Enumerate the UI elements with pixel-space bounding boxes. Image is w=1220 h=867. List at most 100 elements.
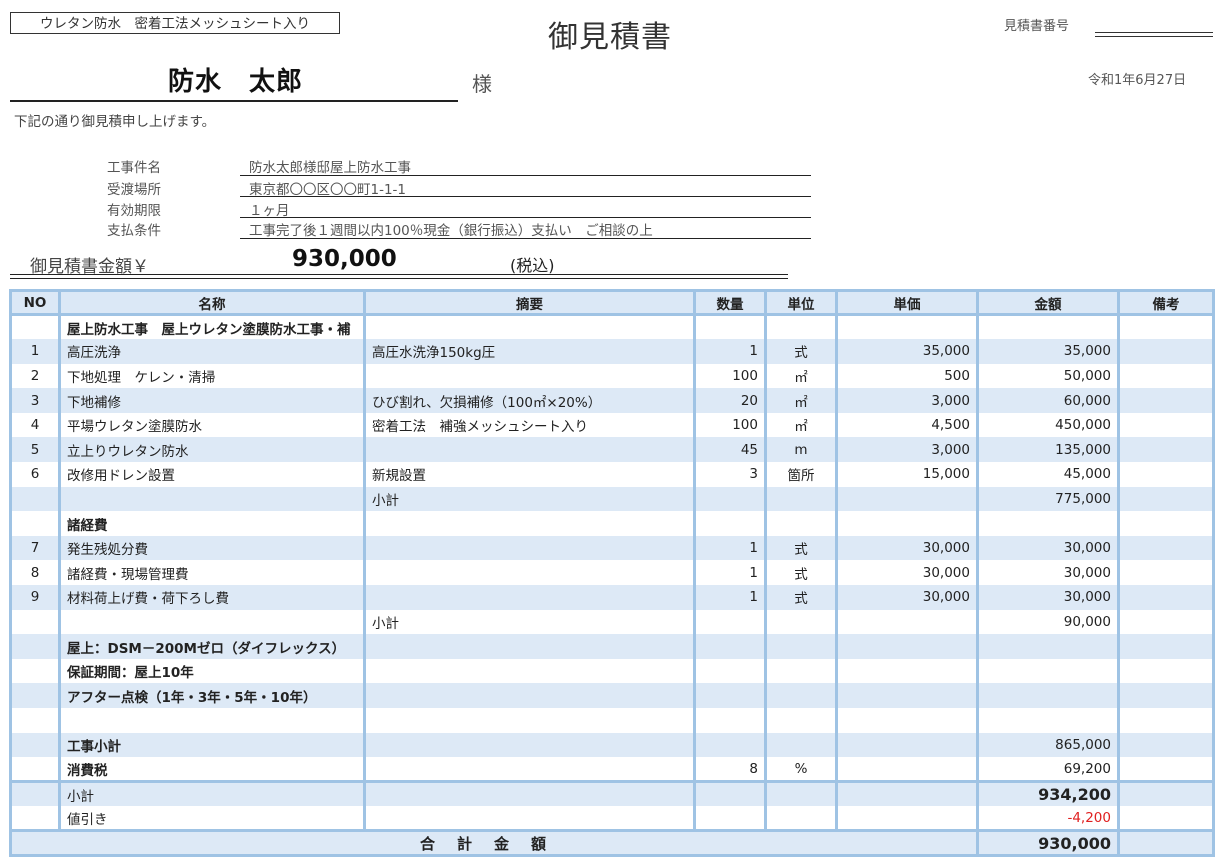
item-description (363, 732, 696, 758)
item-amount: 30,000 (976, 560, 1120, 586)
table-row: 7 発生残処分費 1 式 30,000 30,000 (9, 535, 1215, 561)
info-divider (240, 238, 811, 239)
item-description (363, 314, 696, 340)
item-unit-price: 500 (835, 363, 979, 389)
item-description: 新規設置 (363, 462, 696, 487)
item-remarks (1117, 634, 1215, 659)
item-name: 工事小計 (58, 732, 366, 758)
item-unit-price (835, 511, 979, 536)
discount-label: 値引き (58, 806, 366, 831)
item-name: 平場ウレタン塗膜防水 (58, 412, 366, 438)
item-unit-price: 15,000 (835, 462, 979, 487)
item-name (58, 708, 366, 733)
issue-date: 令和1年6月27日 (1088, 73, 1187, 88)
column-header-quantity: 数量 (693, 289, 767, 316)
table-row (9, 708, 1215, 733)
item-unit (764, 314, 838, 340)
item-quantity (693, 609, 767, 635)
client-honorific: 様 (472, 72, 492, 96)
table-row: 小計 90,000 (9, 609, 1215, 635)
validity-value: １ヶ月 (249, 203, 290, 219)
estimate-total-tax-note: (税込) (510, 256, 555, 275)
item-unit (764, 634, 838, 659)
item-amount (976, 634, 1120, 659)
item-description (363, 535, 696, 561)
item-name: 高圧洗浄 (58, 339, 366, 364)
item-amount: 60,000 (976, 388, 1120, 413)
item-remarks (1117, 363, 1215, 389)
item-remarks (1117, 708, 1215, 733)
item-description (363, 585, 696, 610)
subtotal-row: 小計 934,200 (9, 780, 1215, 807)
item-name: 屋上：DSM－200Mゼロ（ダイフレックス） (58, 634, 366, 659)
item-unit: 式 (764, 535, 838, 561)
item-unit-price (835, 683, 979, 708)
item-amount (976, 658, 1120, 684)
item-unit: 式 (764, 339, 838, 364)
item-unit-price (835, 314, 979, 340)
item-description (363, 658, 696, 684)
item-amount: 865,000 (976, 732, 1120, 758)
item-quantity (693, 634, 767, 659)
item-unit-price (835, 609, 979, 635)
column-header-amount: 金額 (976, 289, 1120, 316)
item-name (58, 609, 366, 635)
item-unit-price (835, 757, 979, 782)
item-quantity: 45 (693, 437, 767, 463)
item-quantity (693, 658, 767, 684)
item-name: 改修用ドレン設置 (58, 462, 366, 487)
item-unit: % (764, 757, 838, 782)
item-amount: 50,000 (976, 363, 1120, 389)
item-unit (764, 609, 838, 635)
payment-value: 工事完了後１週間以内100％現金（銀行振込）支払い ご相談の上 (249, 223, 653, 239)
item-remarks (1117, 732, 1215, 758)
total-underline (10, 274, 788, 275)
item-unit-price (835, 634, 979, 659)
client-underline (10, 100, 458, 102)
row-number (9, 486, 61, 512)
table-row: 9 材料荷上げ費・荷下ろし費 1 式 30,000 30,000 (9, 585, 1215, 610)
table-row: 工事小計 865,000 (9, 732, 1215, 758)
row-number: 1 (9, 339, 61, 364)
item-remarks (1117, 757, 1215, 782)
item-quantity: 1 (693, 339, 767, 364)
payment-label: 支払条件 (107, 223, 161, 239)
item-unit (764, 658, 838, 684)
column-header-remarks: 備考 (1117, 289, 1215, 316)
item-name: 保証期間：屋上10年 (58, 658, 366, 684)
item-remarks (1117, 535, 1215, 561)
item-quantity (693, 511, 767, 536)
item-remarks (1117, 339, 1215, 364)
item-unit-price: 3,000 (835, 388, 979, 413)
item-description (363, 437, 696, 463)
item-quantity: 1 (693, 585, 767, 610)
table-row: 8 諸経費・現場管理費 1 式 30,000 30,000 (9, 560, 1215, 586)
item-remarks (1117, 511, 1215, 536)
subtotal-value: 934,200 (976, 780, 1120, 807)
validity-label: 有効期限 (107, 203, 161, 219)
item-remarks (1117, 314, 1215, 340)
item-quantity (693, 314, 767, 340)
item-name: アフター点検（1年・3年・5年・10年） (58, 683, 366, 708)
item-quantity (693, 708, 767, 733)
location-label: 受渡場所 (107, 182, 161, 198)
item-unit (764, 683, 838, 708)
item-quantity (693, 732, 767, 758)
item-unit-price (835, 658, 979, 684)
item-unit: 式 (764, 585, 838, 610)
info-divider (240, 175, 811, 176)
item-unit (764, 732, 838, 758)
table-row: 2 下地処理 ケレン・清掃 100 ㎡ 500 50,000 (9, 363, 1215, 389)
item-name: 材料荷上げ費・荷下ろし費 (58, 585, 366, 610)
item-name: 消費税 (58, 757, 366, 782)
table-header-row: NO 名称 摘要 数量 単位 単価 金額 備考 (9, 289, 1215, 316)
info-divider (240, 217, 811, 218)
grand-total-value: 930,000 (976, 829, 1120, 858)
item-unit: ㎡ (764, 412, 838, 438)
item-unit-price: 4,500 (835, 412, 979, 438)
item-quantity: 1 (693, 535, 767, 561)
item-unit (764, 486, 838, 512)
item-description (363, 708, 696, 733)
item-unit-price: 3,000 (835, 437, 979, 463)
item-quantity: 100 (693, 412, 767, 438)
